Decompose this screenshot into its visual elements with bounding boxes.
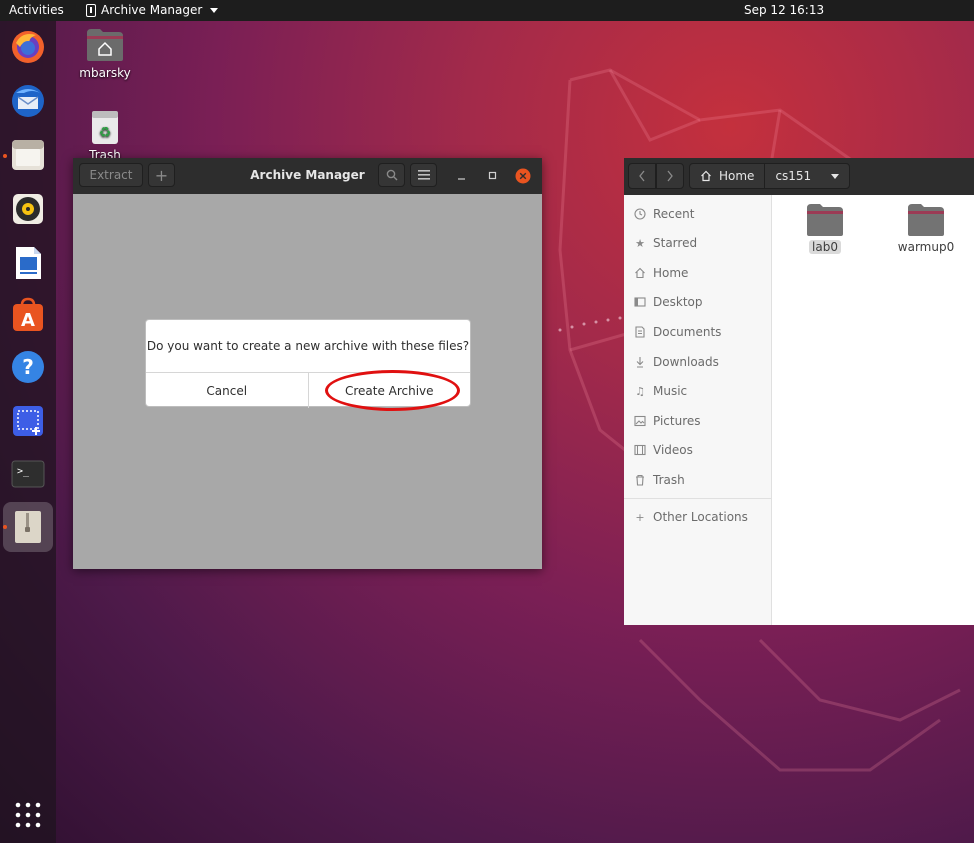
path-bar: Home cs151: [689, 163, 851, 189]
folder-icon: [908, 204, 944, 236]
files-window: Home cs151 Recent ★ Starred Home Desktop…: [624, 158, 974, 625]
desktop-trash[interactable]: ♻ Trash: [80, 109, 130, 162]
sidebar-item-trash[interactable]: Trash: [634, 473, 685, 487]
home-icon: [634, 267, 646, 279]
software-icon[interactable]: A: [8, 295, 48, 335]
document-icon: [634, 326, 646, 338]
activities-button[interactable]: Activities: [9, 3, 64, 17]
svg-text:?: ?: [22, 355, 34, 379]
video-icon: [634, 444, 646, 456]
app-menu[interactable]: Archive Manager: [86, 3, 219, 17]
desktop-home-label: mbarsky: [79, 66, 131, 80]
breadcrumb-home-label: Home: [719, 169, 755, 183]
screenshot-icon[interactable]: [8, 401, 48, 441]
files-header-bar: Home cs151: [624, 158, 974, 195]
minimize-icon: [458, 178, 465, 180]
thunderbird-icon[interactable]: [8, 81, 48, 121]
folder-label: lab0: [809, 240, 841, 254]
sidebar-item-label: Downloads: [653, 355, 719, 369]
running-indicator: [3, 525, 7, 529]
folder-item[interactable]: lab0: [800, 203, 850, 254]
svg-text:>_: >_: [17, 466, 30, 477]
sidebar-item-starred[interactable]: ★ Starred: [634, 236, 697, 250]
search-button[interactable]: [378, 163, 405, 187]
chevron-down-icon: [831, 173, 840, 179]
close-button[interactable]: [515, 168, 531, 184]
show-apps-icon[interactable]: [8, 795, 48, 835]
minimize-button[interactable]: [452, 168, 472, 184]
sidebar-item-documents[interactable]: Documents: [634, 325, 721, 339]
sidebar-item-videos[interactable]: Videos: [634, 443, 693, 457]
archive-header-bar: Extract + Archive Manager: [73, 158, 542, 194]
breadcrumb-cs151-label: cs151: [775, 169, 812, 183]
sidebar-item-label: Home: [653, 266, 689, 280]
sidebar-divider: [624, 498, 771, 499]
help-icon[interactable]: ?: [8, 347, 48, 387]
rhythmbox-icon[interactable]: [8, 189, 48, 229]
writer-icon[interactable]: [8, 243, 48, 283]
svg-text:♻: ♻: [99, 125, 112, 141]
folder-label: warmup0: [897, 240, 955, 254]
plus-icon: +: [635, 510, 645, 524]
firefox-icon[interactable]: [8, 27, 48, 67]
close-icon: [515, 168, 531, 184]
desktop: Activities Archive Manager Sep 12 16:13 …: [0, 0, 974, 843]
sidebar-item-home[interactable]: Home: [634, 266, 688, 280]
sidebar-item-recent[interactable]: Recent: [634, 207, 694, 221]
forward-button[interactable]: [656, 163, 684, 189]
clock[interactable]: Sep 12 16:13: [744, 3, 824, 17]
desktop-home-folder[interactable]: mbarsky: [74, 27, 136, 80]
sidebar-item-pictures[interactable]: Pictures: [634, 414, 701, 428]
folder-icon: [807, 204, 843, 236]
sidebar-item-label: Recent: [653, 207, 695, 221]
sidebar-item-downloads[interactable]: Downloads: [634, 355, 719, 369]
chevron-right-icon: [667, 170, 673, 182]
places-sidebar: Recent ★ Starred Home Desktop Documents …: [624, 195, 772, 625]
sidebar-item-desktop[interactable]: Desktop: [634, 295, 703, 309]
home-icon: [701, 170, 711, 182]
sidebar-item-label: Videos: [653, 443, 693, 457]
archive-manager-icon[interactable]: [3, 502, 53, 552]
maximize-button[interactable]: [483, 168, 503, 184]
sidebar-item-label: Desktop: [653, 295, 703, 309]
home-folder-icon: [87, 29, 123, 61]
chevron-left-icon: [639, 170, 645, 182]
download-icon: [634, 356, 646, 368]
dialog-message: Do you want to create a new archive with…: [146, 339, 470, 353]
folder-item[interactable]: warmup0: [895, 203, 957, 254]
sidebar-item-label: Trash: [653, 473, 685, 487]
svg-text:A: A: [21, 310, 35, 331]
sidebar-item-label: Music: [653, 384, 688, 398]
app-menu-label: Archive Manager: [101, 3, 203, 17]
picture-icon: [634, 415, 646, 427]
dock: A ? >_: [0, 21, 56, 843]
sidebar-item-label: Other Locations: [653, 510, 748, 524]
sidebar-item-label: Starred: [653, 236, 698, 250]
running-indicator: [3, 154, 7, 158]
desktop-icon: [634, 296, 646, 308]
sidebar-item-other-locations[interactable]: + Other Locations: [634, 510, 748, 524]
maximize-icon: [488, 171, 497, 180]
sidebar-item-music[interactable]: ♫ Music: [634, 384, 687, 398]
sidebar-item-label: Documents: [653, 325, 722, 339]
sidebar-item-label: Pictures: [653, 414, 701, 428]
hamburger-menu-icon: [417, 170, 430, 180]
trash-icon: [634, 474, 646, 486]
breadcrumb-home[interactable]: Home: [690, 164, 764, 188]
highlight-ellipse: [325, 370, 460, 411]
menu-button[interactable]: [410, 163, 437, 187]
trash-bin-icon: ♻: [92, 111, 118, 144]
back-button[interactable]: [628, 163, 656, 189]
music-icon: ♫: [635, 384, 645, 398]
breadcrumb-cs151[interactable]: cs151: [764, 164, 849, 188]
clock-icon: [634, 208, 646, 220]
chevron-down-icon: [210, 7, 219, 13]
files-icon[interactable]: [8, 135, 48, 175]
top-bar: Activities Archive Manager Sep 12 16:13: [0, 0, 974, 21]
terminal-icon[interactable]: >_: [8, 454, 48, 494]
search-icon: [386, 169, 397, 181]
archive-app-icon: [86, 3, 96, 17]
star-icon: ★: [635, 236, 645, 250]
cancel-button[interactable]: Cancel: [146, 373, 308, 408]
